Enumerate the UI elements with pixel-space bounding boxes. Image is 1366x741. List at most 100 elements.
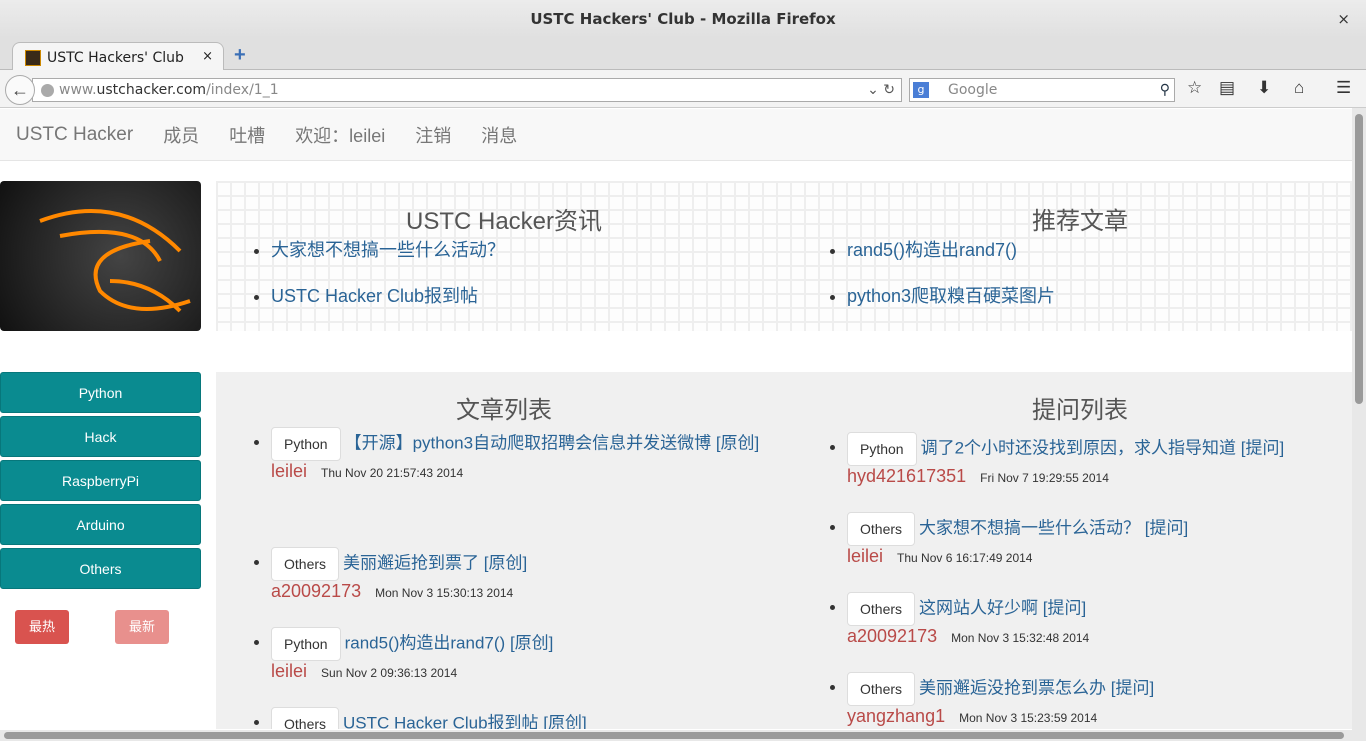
post-link[interactable]: 调了2个小时还没找到原因，求人指导知道 [提问] — [921, 438, 1285, 457]
article-list: Python【开源】python3自动爬取招聘会信息并发送微博 [原创]leil… — [271, 427, 771, 729]
post-author[interactable]: a20092173 — [847, 626, 937, 646]
question-list: Python调了2个小时还没找到原因，求人指导知道 [提问] hyd4216173… — [847, 432, 1347, 729]
post-title: 美丽邂逅没抢到票怎么办 — [919, 678, 1107, 698]
post-type: [提问] — [1240, 438, 1285, 458]
post-author[interactable]: hyd421617351 — [847, 466, 966, 486]
list-item: USTC Hacker Club报到帖 — [271, 282, 505, 308]
tab-close-icon[interactable]: × — [202, 49, 213, 64]
post-time: Thu Nov 20 21:57:43 2014 — [321, 466, 464, 480]
tag-label[interactable]: Others — [271, 547, 340, 581]
post-link[interactable]: 这网站人好少啊 [提问] — [919, 598, 1086, 617]
new-tab-button[interactable]: + — [234, 44, 246, 67]
news-link[interactable]: USTC Hacker Club报到帖 — [271, 286, 478, 306]
nav-messages[interactable]: 消息 — [481, 122, 517, 148]
scroll-thumb[interactable] — [4, 732, 1344, 739]
browser-tab[interactable]: USTC Hackers' Club × — [12, 42, 224, 71]
category-python[interactable]: Python — [0, 372, 201, 413]
web-page: USTC Hacker 成员 吐槽 欢迎：leilei 注销 消息 USTC H… — [0, 109, 1352, 729]
list-item: Pythonrand5()构造出rand7() [原创] leilei Sun No… — [271, 627, 771, 707]
url-prefix: www. — [59, 82, 97, 98]
home-icon[interactable]: ⌂ — [1294, 78, 1304, 98]
site-navbar: USTC Hacker 成员 吐槽 欢迎：leilei 注销 消息 — [0, 109, 1352, 161]
post-author[interactable]: a20092173 — [271, 581, 361, 601]
post-title: 这网站人好少啊 — [919, 598, 1039, 618]
hottest-button[interactable]: 最热 — [15, 610, 69, 644]
post-time: Mon Nov 3 15:23:59 2014 — [959, 711, 1098, 725]
reload-icon[interactable]: ⌄ ↻ — [867, 79, 895, 101]
post-time: Fri Nov 7 19:29:55 2014 — [980, 471, 1109, 485]
tag-label[interactable]: Others — [271, 707, 340, 729]
list-item: Others大家想不想搞一些什么活动？ [提问] leilei Thu Nov 6 … — [847, 512, 1347, 592]
post-link[interactable]: 【开源】python3自动爬取招聘会信息并发送微博 [原创] — [345, 433, 760, 452]
news-link[interactable]: 大家想不想搞一些什么活动？ — [271, 240, 505, 260]
window-close-button[interactable]: × — [1337, 0, 1350, 38]
category-others[interactable]: Others — [0, 548, 201, 589]
questions-title: 提问列表 — [1032, 397, 1128, 424]
vertical-scrollbar[interactable] — [1352, 108, 1366, 730]
list-item: rand5()构造出rand7() — [847, 236, 1055, 262]
nav-logout[interactable]: 注销 — [415, 122, 451, 148]
recommend-link[interactable]: rand5()构造出rand7() — [847, 240, 1017, 260]
articles-title: 文章列表 — [456, 397, 552, 424]
list-item: python3爬取糗百硬菜图片 — [847, 282, 1055, 308]
tag-label[interactable]: Python — [271, 627, 341, 661]
recommend-link[interactable]: python3爬取糗百硬菜图片 — [847, 286, 1055, 306]
category-arduino[interactable]: Arduino — [0, 504, 201, 545]
url-bar[interactable]: www.ustchacker.com/index/1_1 ⌄ ↻ — [32, 78, 902, 102]
nav-members[interactable]: 成员 — [163, 122, 199, 148]
post-type: [原创] — [509, 633, 554, 653]
category-hack[interactable]: Hack — [0, 416, 201, 457]
search-input[interactable]: g Google ⚲ — [909, 78, 1175, 102]
list-item: Others这网站人好少啊 [提问] a20092173 Mon Nov 3 15:… — [847, 592, 1347, 672]
list-item: Others美丽邂逅没抢到票怎么办 [提问] yangzhang1 Mon Nov … — [847, 672, 1347, 729]
list-item: Others美丽邂逅抢到票了 [原创] a20092173 Mon Nov 3 15… — [271, 547, 771, 627]
post-link[interactable]: 美丽邂逅没抢到票怎么办 [提问] — [919, 678, 1154, 697]
search-icon[interactable]: ⚲ — [1160, 79, 1170, 101]
post-author[interactable]: leilei — [271, 661, 307, 681]
download-icon[interactable]: ⬇ — [1257, 78, 1271, 98]
browser-toolbar: www.ustchacker.com/index/1_1 ⌄ ↻ ← g Googl… — [0, 70, 1366, 108]
recommend-list: rand5()构造出rand7() python3爬取糗百硬菜图片 — [847, 236, 1055, 328]
post-title: 美丽邂逅抢到票了 — [343, 553, 480, 573]
main-panel: 文章列表 Python【开源】python3自动爬取招聘会信息并发送微博 [原创… — [216, 372, 1352, 729]
post-type: [提问] — [1110, 678, 1155, 698]
list-item: Python调了2个小时还没找到原因，求人指导知道 [提问] hyd4216173… — [847, 432, 1347, 512]
tag-label[interactable]: Others — [847, 672, 916, 706]
post-link[interactable]: 大家想不想搞一些什么活动？ [提问] — [919, 518, 1188, 537]
scroll-thumb[interactable] — [1355, 114, 1363, 404]
bookmark-star-icon[interactable]: ☆ — [1187, 78, 1202, 98]
post-author[interactable]: leilei — [271, 461, 307, 481]
post-title: 【开源】python3自动爬取招聘会信息并发送微博 — [344, 433, 712, 453]
nav-brand[interactable]: USTC Hacker — [16, 124, 133, 146]
post-link[interactable]: rand5()构造出rand7() [原创] — [345, 633, 554, 652]
tag-label[interactable]: Python — [271, 427, 341, 461]
post-author[interactable]: leilei — [847, 546, 883, 566]
post-link[interactable]: USTC Hacker Club报到帖 [原创] — [343, 713, 587, 729]
list-item: Python【开源】python3自动爬取招聘会信息并发送微博 [原创] leil… — [271, 427, 771, 547]
tag-label[interactable]: Others — [847, 512, 916, 546]
reading-list-icon[interactable]: ▤ — [1219, 78, 1235, 98]
category-raspberrypi[interactable]: RaspberryPi — [0, 460, 201, 501]
search-placeholder: Google — [948, 82, 998, 98]
nav-complaints[interactable]: 吐槽 — [229, 122, 265, 148]
post-type: [原创] — [715, 433, 760, 453]
tag-label[interactable]: Others — [847, 592, 916, 626]
newest-button[interactable]: 最新 — [115, 610, 169, 644]
banner: USTC Hacker资讯 大家想不想搞一些什么活动？ USTC Hacker … — [216, 181, 1352, 331]
post-type: [提问] — [1144, 518, 1189, 538]
category-list: Python Hack RaspberryPi Arduino Others — [0, 372, 201, 592]
menu-icon[interactable]: ☰ — [1336, 78, 1351, 98]
post-author[interactable]: yangzhang1 — [847, 706, 945, 726]
horizontal-scrollbar[interactable] — [0, 730, 1366, 741]
google-icon[interactable]: g — [913, 82, 929, 98]
post-type: [原创] — [483, 553, 528, 573]
url-domain: ustchacker.com — [96, 82, 207, 98]
list-item: OthersUSTC Hacker Club报到帖 [原创] — [271, 707, 771, 729]
nav-welcome[interactable]: 欢迎：leilei — [295, 122, 385, 148]
post-title: USTC Hacker Club报到帖 — [343, 713, 539, 729]
post-time: Sun Nov 2 09:36:13 2014 — [321, 666, 458, 680]
post-time: Mon Nov 3 15:32:48 2014 — [951, 631, 1090, 645]
back-button[interactable]: ← — [5, 75, 35, 105]
tag-label[interactable]: Python — [847, 432, 917, 466]
post-link[interactable]: 美丽邂逅抢到票了 [原创] — [343, 553, 527, 572]
